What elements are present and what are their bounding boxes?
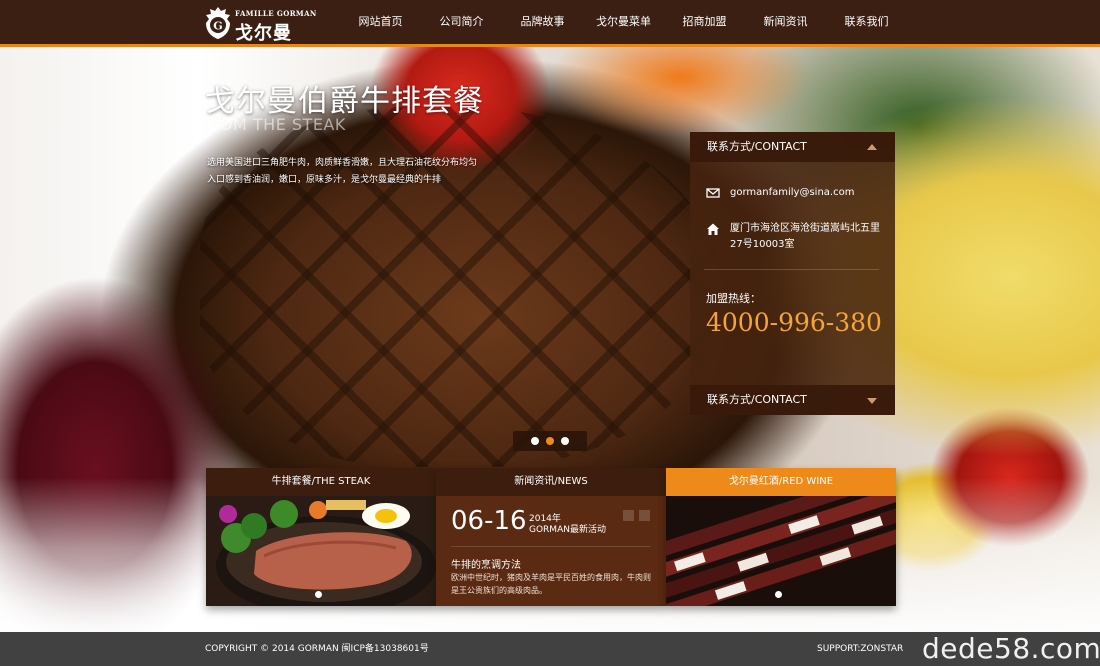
wine-box-tab[interactable]: 戈尔曼红酒/RED WINE <box>666 468 896 496</box>
footer-copyright: COPYRIGHT © 2014 GORMAN 闽ICP备13038601号 <box>205 644 429 654</box>
news-box: 新闻资讯/NEWS 06-16 2014年 GORMAN最新活动 牛排的烹调方法… <box>436 468 666 606</box>
contact-email[interactable]: gormanfamily@sina.com <box>730 185 854 201</box>
news-title[interactable]: 牛排的烹调方法 <box>451 556 521 571</box>
steak-plate-illustration <box>206 496 436 606</box>
slider-dot-1[interactable] <box>531 437 539 445</box>
top-navigation-bar: G FAMILLE GORMAN 戈尔曼 网站首页 公司简介 品牌故事 戈尔曼菜… <box>0 0 1100 47</box>
contact-panel-header[interactable]: 联系方式/CONTACT <box>690 132 895 162</box>
brand-logo[interactable]: G FAMILLE GORMAN 戈尔曼 <box>204 6 317 44</box>
steak-box-tab[interactable]: 牛排套餐/THE STEAK <box>206 468 436 496</box>
nav-item-franchise[interactable]: 招商加盟 <box>664 0 745 44</box>
nav-item-contact[interactable]: 联系我们 <box>826 0 907 44</box>
hero-description: 选用美国进口三角肥牛肉，肉质鲜香滑嫩，且大理石油花纹分布均匀 入口感到香油润，嫩… <box>207 158 478 185</box>
brand-name: 戈尔曼 <box>235 23 292 44</box>
wine-box: 戈尔曼红酒/RED WINE <box>666 468 896 606</box>
wine-box-indicator[interactable] <box>775 591 782 598</box>
hotline-number[interactable]: 4000-996-380 <box>706 308 882 337</box>
contact-header-label: 联系方式/CONTACT <box>707 140 807 153</box>
news-box-tab[interactable]: 新闻资讯/NEWS <box>436 468 666 496</box>
nav-item-about[interactable]: 公司简介 <box>421 0 502 44</box>
hero-title: 戈尔曼伯爵牛排套餐 <box>205 84 484 119</box>
hotline-label: 加盟热线： <box>706 292 761 305</box>
nav-item-home[interactable]: 网站首页 <box>340 0 421 47</box>
nav-item-menu[interactable]: 戈尔曼菜单 <box>583 0 664 44</box>
nav-accent-line <box>0 44 1100 47</box>
slider-dot-2[interactable] <box>546 437 554 445</box>
mail-icon <box>706 188 720 198</box>
news-date: 06-16 <box>451 506 527 536</box>
chevron-down-icon <box>867 398 877 404</box>
wine-rack-illustration <box>666 496 896 606</box>
slider-pagination <box>513 431 587 451</box>
steak-box: 牛排套餐/THE STEAK <box>206 468 436 606</box>
contact-footer-label: 联系方式/CONTACT <box>707 393 807 406</box>
news-next-button[interactable] <box>639 510 650 521</box>
news-summary: 欧洲中世纪时，猪肉及羊肉是平民百姓的食用肉，牛肉则是王公贵族们的高级肉品。 <box>451 573 651 595</box>
contact-divider <box>704 269 879 270</box>
brand-tagline: FAMILLE GORMAN <box>235 9 317 18</box>
news-prev-button[interactable] <box>623 510 634 521</box>
svg-text:G: G <box>213 20 222 33</box>
contact-address-row: 厦门市海沧区海沧街道嵩屿北五里27号10003室 <box>706 221 881 255</box>
hero-subtitle: GOM THE STEAK <box>207 115 346 134</box>
logo-crest-icon: G <box>206 7 230 39</box>
slider-dot-3[interactable] <box>561 437 569 445</box>
news-divider <box>451 546 651 547</box>
contact-panel: 联系方式/CONTACT gormanfamily@sina.com 厦门市海沧… <box>690 132 895 415</box>
contact-panel-footer-header[interactable]: 联系方式/CONTACT <box>690 385 895 415</box>
home-icon <box>707 223 719 235</box>
steak-box-image[interactable] <box>206 496 436 606</box>
nav-item-brand-story[interactable]: 品牌故事 <box>502 0 583 44</box>
wine-box-image[interactable] <box>666 496 896 606</box>
news-tag: GORMAN最新活动 <box>529 525 606 535</box>
chevron-up-icon <box>867 144 877 150</box>
nav-item-news[interactable]: 新闻资讯 <box>745 0 826 44</box>
watermark-text: dede58.com <box>922 632 1100 665</box>
contact-address: 厦门市海沧区海沧街道嵩屿北五里27号10003室 <box>730 223 880 250</box>
steak-box-indicator[interactable] <box>315 591 322 598</box>
footer-support[interactable]: SUPPORT:ZONSTAR <box>817 632 903 666</box>
